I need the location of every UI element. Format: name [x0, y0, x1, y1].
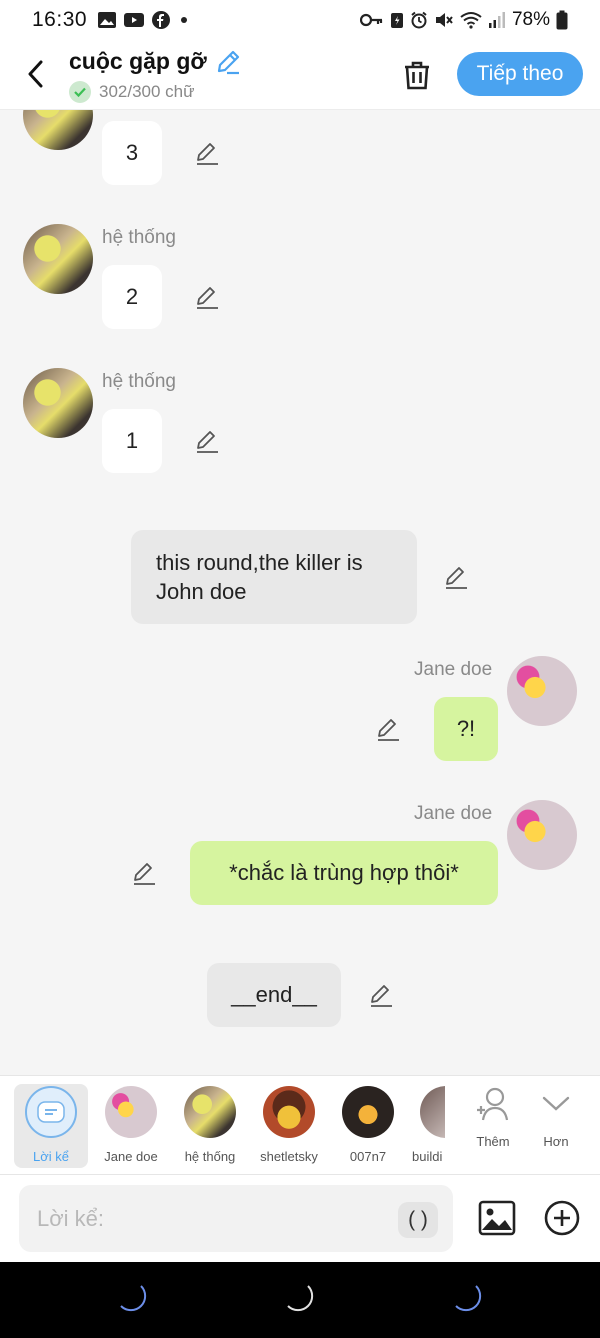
jane-doe-avatar [105, 1086, 157, 1138]
edit-message-icon[interactable] [194, 428, 220, 454]
character-label: Jane doe [104, 1149, 158, 1164]
next-button[interactable]: Tiếp theo [457, 52, 583, 96]
word-count: 302/300 chữ [69, 81, 195, 103]
nav-recent-icon[interactable] [115, 1280, 155, 1320]
sender-name: hệ thống [102, 371, 176, 392]
story-header: cuộc gặp gỡ 302/300 chữ Tiếp theo [0, 40, 600, 110]
system-avatar[interactable] [23, 110, 93, 150]
trash-icon[interactable] [400, 58, 434, 92]
narration-bubble[interactable]: __end__ [207, 963, 341, 1027]
message-input[interactable]: Lời kể: [19, 1185, 453, 1252]
message-bubble[interactable]: 2 [102, 265, 162, 329]
007n7-avatar [342, 1086, 394, 1138]
battery-saver-icon [390, 13, 403, 28]
input-row: Lời kể: ( ) [0, 1175, 600, 1262]
nav-home-icon[interactable] [282, 1280, 322, 1320]
message-bubble[interactable]: ?! [434, 697, 498, 761]
character-builder[interactable]: buildi [408, 1084, 445, 1168]
character-strip[interactable]: Lời kể Jane doe hệ thống shetletsky 007n… [0, 1075, 600, 1175]
narration-bubble[interactable]: this round,the killer is John doe [131, 530, 417, 624]
character-label: Hơn [543, 1134, 569, 1149]
character-label: buildi [412, 1149, 443, 1164]
system-nav-bar [0, 1262, 600, 1338]
character-label: 007n7 [349, 1149, 387, 1164]
character-label: Lời kể [33, 1149, 69, 1164]
battery-text: 78% [511, 9, 550, 30]
gallery-icon [98, 12, 117, 28]
status-time: 16:30 [32, 8, 88, 31]
edit-message-icon[interactable] [194, 140, 220, 166]
message-bubble[interactable]: 1 [102, 409, 162, 473]
word-count-text: 302/300 chữ [99, 82, 195, 101]
story-title[interactable]: cuộc gặp gỡ [69, 48, 241, 75]
more-button[interactable]: Hơn [519, 1084, 593, 1168]
narration-icon [25, 1086, 77, 1138]
character-label: hệ thống [184, 1149, 236, 1164]
alarm-icon [411, 11, 427, 29]
chevron-down-icon [542, 1096, 570, 1111]
shetletsky-avatar [263, 1086, 315, 1138]
image-icon[interactable] [478, 1199, 516, 1237]
youtube-icon [124, 13, 145, 27]
edit-message-icon[interactable] [194, 284, 220, 310]
story-title-text: cuộc gặp gỡ [69, 48, 207, 74]
status-bar: 16:30 78% [0, 0, 600, 40]
builder-avatar [420, 1086, 445, 1138]
add-person-icon [477, 1087, 509, 1121]
message-bubble[interactable]: 3 [102, 121, 162, 185]
chat-area[interactable]: 3 hệ thống 2 hệ thống 1 this round,the k… [0, 110, 600, 1075]
mute-icon [435, 13, 453, 27]
signal-icon [488, 12, 505, 28]
more-notifications-dot [181, 17, 188, 23]
edit-message-icon[interactable] [375, 716, 401, 742]
facebook-icon [152, 11, 171, 29]
character-shetletsky[interactable]: shetletsky [252, 1084, 326, 1168]
nav-back-icon[interactable] [450, 1280, 490, 1320]
wifi-icon [460, 12, 482, 29]
character-007n7[interactable]: 007n7 [331, 1084, 405, 1168]
key-icon [359, 13, 383, 27]
jane-doe-avatar[interactable] [507, 800, 577, 870]
add-icon[interactable] [543, 1199, 581, 1237]
character-jane-doe[interactable]: Jane doe [94, 1084, 168, 1168]
message-bubble[interactable]: *chắc là trùng hợp thôi* [190, 841, 498, 905]
notification-icons [97, 10, 188, 30]
system-avatar[interactable] [23, 224, 93, 294]
edit-message-icon[interactable] [368, 982, 394, 1008]
system-avatar[interactable] [23, 368, 93, 438]
character-label: shetletsky [260, 1149, 318, 1164]
system-icons: 78% [359, 9, 568, 31]
edit-message-icon[interactable] [443, 564, 469, 590]
edit-title-icon[interactable] [215, 49, 241, 75]
check-icon [69, 81, 91, 103]
action-parentheses-button[interactable]: ( ) [398, 1202, 438, 1238]
back-button[interactable] [20, 56, 50, 92]
edit-message-icon[interactable] [131, 860, 157, 886]
character-system[interactable]: hệ thống [173, 1084, 247, 1168]
character-label: Thêm [476, 1134, 510, 1149]
battery-icon [556, 10, 568, 30]
system-avatar [184, 1086, 236, 1138]
sender-name: Jane doe [414, 659, 493, 680]
chevron-left-icon [28, 60, 43, 88]
sender-name: hệ thống [102, 227, 176, 248]
jane-doe-avatar[interactable] [507, 656, 577, 726]
character-narration[interactable]: Lời kể [14, 1084, 88, 1168]
sender-name: Jane doe [414, 803, 493, 824]
